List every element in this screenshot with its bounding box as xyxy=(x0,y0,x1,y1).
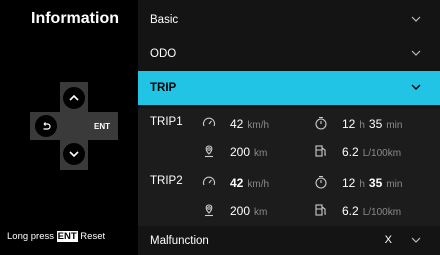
time-minutes-unit: min xyxy=(386,179,403,190)
menu-item-basic-label: Basic xyxy=(150,13,179,26)
speedometer-icon xyxy=(202,117,216,127)
distance-metric: 200 km xyxy=(205,204,268,218)
reset-hint-suffix: Reset xyxy=(80,231,106,242)
distance-value: 200 xyxy=(230,204,251,218)
up-button[interactable] xyxy=(63,87,85,109)
ent-key-badge: ENT xyxy=(56,231,78,242)
speed-unit: km/h xyxy=(247,120,270,131)
time-minutes: 35 xyxy=(368,117,383,131)
fuel-unit: L/100km xyxy=(362,207,402,218)
menu-item-malfunction-label: Malfunction xyxy=(150,234,209,247)
menu-item-odo-label: ODO xyxy=(150,47,177,60)
chevron-down-icon xyxy=(69,151,79,158)
location-pin-icon xyxy=(205,204,213,217)
speed-unit: km/h xyxy=(247,179,270,190)
right-panel: Basic ODO TRIP TRIP1 42 km/h 12 h 35 min… xyxy=(138,0,440,255)
menu-item-trip-label: TRIP xyxy=(150,82,177,94)
fuel-pump-icon xyxy=(315,204,326,216)
time-hours: 12 xyxy=(342,176,356,190)
panel-title: Information xyxy=(31,10,119,27)
fuel-value: 6.2 xyxy=(342,145,359,159)
time-hours-unit: h xyxy=(359,179,365,190)
chevron-down-icon xyxy=(411,237,421,243)
left-panel: Information ENT Long press ENT Reset xyxy=(0,0,138,255)
menu-item-malfunction[interactable]: Malfunction X xyxy=(138,226,440,255)
speed-metric: 42 km/h xyxy=(202,176,270,190)
distance-unit: km xyxy=(254,207,268,218)
back-button[interactable] xyxy=(35,115,57,137)
fuel-metric: 6.2 L/100km xyxy=(315,145,402,159)
down-button[interactable] xyxy=(63,143,85,165)
time-metric: 12 h 35 min xyxy=(315,116,403,131)
chevron-down-icon xyxy=(411,50,421,56)
fuel-unit: L/100km xyxy=(362,148,402,159)
trip-label: TRIP2 xyxy=(150,175,183,187)
menu-item-trip[interactable]: TRIP xyxy=(138,71,440,105)
time-minutes: 35 xyxy=(368,176,383,190)
trip-row-1: TRIP1 42 km/h 12 h 35 min 200 km 6.2 L/1… xyxy=(138,108,440,170)
screen: Information ENT Long press ENT Reset Bas… xyxy=(0,0,440,255)
fuel-value: 6.2 xyxy=(342,204,359,218)
back-arrow-icon xyxy=(43,122,51,130)
menu-item-basic[interactable]: Basic xyxy=(138,3,440,36)
reset-hint: Long press ENT Reset xyxy=(7,231,105,242)
speed-value: 42 xyxy=(230,117,244,131)
speed-value: 42 xyxy=(230,176,244,190)
malfunction-status: X xyxy=(384,234,392,246)
chevron-down-icon xyxy=(411,16,421,22)
dpad: ENT xyxy=(30,82,118,170)
speed-metric: 42 km/h xyxy=(202,117,270,131)
time-hours: 12 xyxy=(342,117,356,131)
chevron-up-icon xyxy=(69,94,79,101)
trip-row-2: TRIP2 42 km/h 12 h 35 min 200 km 6.2 L/1… xyxy=(138,167,440,229)
distance-metric: 200 km xyxy=(205,145,268,159)
fuel-metric: 6.2 L/100km xyxy=(315,204,402,218)
stopwatch-icon xyxy=(315,175,327,189)
reset-hint-prefix: Long press xyxy=(7,231,55,242)
chevron-down-icon xyxy=(411,84,421,90)
menu-item-odo[interactable]: ODO xyxy=(138,37,440,70)
trip-label: TRIP1 xyxy=(150,116,183,128)
distance-value: 200 xyxy=(230,145,251,159)
location-pin-icon xyxy=(205,145,213,158)
time-minutes-unit: min xyxy=(386,120,403,131)
distance-unit: km xyxy=(254,148,268,159)
stopwatch-icon xyxy=(315,116,327,130)
time-hours-unit: h xyxy=(359,120,365,131)
fuel-pump-icon xyxy=(315,145,326,157)
ent-button[interactable]: ENT xyxy=(94,122,110,131)
speedometer-icon xyxy=(202,176,216,186)
time-metric: 12 h 35 min xyxy=(315,175,403,190)
